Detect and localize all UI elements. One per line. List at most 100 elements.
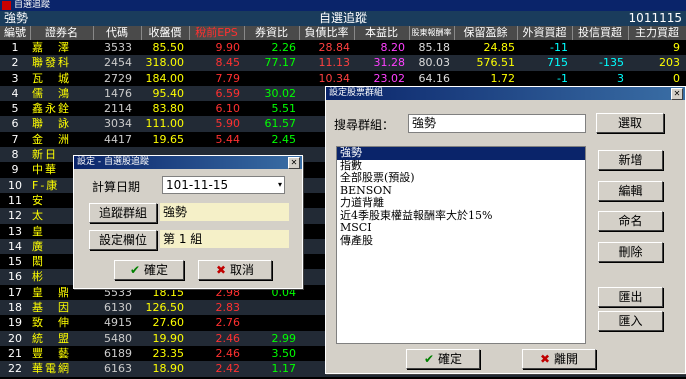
col-ratio[interactable]: 券資比: [244, 26, 300, 40]
edit-group-button[interactable]: 編輯: [598, 181, 663, 201]
col-pe[interactable]: 本益比: [354, 26, 410, 40]
col-num[interactable]: 編號: [0, 26, 31, 40]
cell-name: 儒 鴻: [32, 86, 71, 100]
col-debt[interactable]: 負債比率: [299, 26, 355, 40]
date-label: 計算日期: [92, 180, 141, 194]
cell-margin: 1.72: [490, 71, 516, 85]
cell-foreign: -1: [557, 71, 568, 85]
cell-num: 11: [8, 193, 22, 207]
col-price[interactable]: 收盤價: [141, 26, 190, 40]
cell-hold: 80.03: [418, 56, 451, 70]
ok-label: 確定: [143, 263, 168, 277]
ok-button[interactable]: ✔ 確定: [114, 260, 184, 280]
cell-debt: 11.13: [318, 56, 351, 70]
cell-hold: 85.18: [418, 41, 451, 54]
list-item[interactable]: 全部股票(預設): [337, 171, 585, 185]
chevron-down-icon[interactable]: ▾: [278, 177, 282, 193]
cell-ratio: 2.99: [271, 331, 297, 345]
cancel-button[interactable]: ✖ 取消: [198, 260, 272, 280]
cell-code: 6189: [104, 346, 132, 360]
col-eps[interactable]: 稅前EPS: [189, 26, 245, 40]
cell-eps: 2.42: [215, 362, 241, 376]
dialog-titlebar: 設定 - 自選股追蹤 ✕: [74, 156, 302, 169]
cell-num: 16: [8, 270, 22, 284]
cell-eps: 6.10: [215, 102, 241, 116]
date-select[interactable]: 101-11-15 ▾: [162, 176, 285, 194]
dialog-title: 設定 - 自選股追蹤: [77, 157, 149, 167]
cell-name: 聯發科: [32, 56, 71, 70]
col-name[interactable]: 證券名: [30, 26, 94, 40]
cell-num: 15: [8, 255, 22, 269]
set-column-button[interactable]: 設定欄位: [89, 230, 157, 250]
cell-eps: 8.45: [215, 56, 241, 70]
cell-num: 8: [11, 148, 19, 162]
close-button[interactable]: ✖ 離開: [522, 349, 596, 369]
window-title: 自選追蹤: [14, 0, 51, 10]
cell-ratio: 2.26: [271, 41, 297, 54]
cell-name: 致 伸: [32, 316, 71, 330]
cell-ratio: 1.17: [271, 362, 297, 376]
header-bar: 強勢 自選追蹤 1011115: [0, 11, 686, 26]
cell-num: 17: [8, 285, 22, 299]
check-icon: ✔: [130, 263, 141, 277]
cell-eps: 2.83: [215, 301, 241, 315]
list-item[interactable]: 近4季股東權益報酬率大於15%: [337, 209, 585, 223]
select-button[interactable]: 選取: [596, 113, 664, 133]
cell-eps: 9.90: [215, 41, 241, 54]
table-row[interactable]: 2 聯發科 2454 318.00 8.45 77.17 11.13 31.28 80.03 57…: [0, 55, 686, 71]
cell-ratio: 61.57: [264, 117, 297, 131]
add-group-button[interactable]: 新增: [598, 150, 663, 170]
col-main[interactable]: 主力買超: [628, 26, 686, 40]
rename-group-button[interactable]: 命名: [598, 211, 663, 231]
cell-name: 瓦 城: [32, 71, 71, 85]
search-group-label: 搜尋群組：: [334, 118, 395, 132]
list-item[interactable]: 傳產股: [337, 234, 585, 248]
list-item[interactable]: 強勢: [337, 146, 585, 160]
ok-button[interactable]: ✔ 確定: [406, 349, 480, 369]
cell-ratio: 30.02: [264, 86, 297, 100]
cell-name: 嘉 澤: [32, 41, 71, 54]
cell-margin: 576.51: [476, 56, 516, 70]
cell-name: 豐 藝: [32, 346, 71, 360]
cell-main: 0: [673, 71, 680, 85]
cell-margin: 24.85: [483, 41, 516, 54]
track-group-button[interactable]: 追蹤群組: [89, 203, 157, 223]
cell-code: 4915: [104, 316, 132, 330]
col-trust[interactable]: 投信買超: [572, 26, 629, 40]
export-button[interactable]: 匯出: [598, 287, 663, 307]
page-title: 自選追蹤: [318, 11, 367, 25]
cell-price: 318.00: [145, 56, 185, 70]
dialog-titlebar: 設定股票群組 ✕: [326, 87, 685, 100]
close-label: 離開: [553, 352, 578, 366]
date-value: 101-11-15: [166, 178, 229, 192]
window-titlebar: 自選追蹤: [0, 0, 686, 11]
cell-num: 10: [8, 178, 22, 192]
list-item[interactable]: 力道背離: [337, 196, 585, 210]
search-group-input[interactable]: 強勢: [408, 114, 586, 133]
cell-eps: 2.46: [215, 346, 241, 360]
list-item[interactable]: MSCI: [337, 221, 585, 235]
delete-group-button[interactable]: 刪除: [598, 242, 663, 262]
close-icon[interactable]: ✕: [671, 88, 683, 100]
import-button[interactable]: 匯入: [598, 311, 663, 331]
cell-debt: 10.34: [318, 71, 351, 85]
cell-name: 金 洲: [32, 132, 71, 146]
cell-code: 5480: [104, 331, 132, 345]
cell-pe: 8.20: [380, 41, 406, 54]
cell-num: 22: [8, 362, 22, 376]
col-code[interactable]: 代碼: [93, 26, 142, 40]
cell-price: 111.00: [145, 117, 185, 131]
table-row[interactable]: 1 嘉 澤 3533 85.50 9.90 2.26 28.84 8.20 85.18 24.85…: [0, 40, 686, 55]
cell-code: 2729: [104, 71, 132, 85]
col-foreign[interactable]: 外資買超: [517, 26, 573, 40]
cell-price: 27.60: [152, 316, 185, 330]
cell-debt: 28.84: [318, 41, 351, 54]
cell-num: 14: [8, 239, 22, 253]
cell-name: 聯 詠: [32, 117, 71, 131]
table-row[interactable]: 3 瓦 城 2729 184.00 7.79 10.34 23.02 64.16 1.72 -1 3…: [0, 71, 686, 86]
col-roe[interactable]: 股東報酬率: [409, 26, 455, 40]
cell-price: 184.00: [145, 71, 185, 85]
close-icon[interactable]: ✕: [288, 157, 300, 169]
group-list[interactable]: 強勢 指數 全部股票(預設) BENSON 力道背離 近4季股東權益報酬率大於15% MSC…: [336, 146, 586, 344]
col-retained[interactable]: 保留盈餘: [454, 26, 518, 40]
